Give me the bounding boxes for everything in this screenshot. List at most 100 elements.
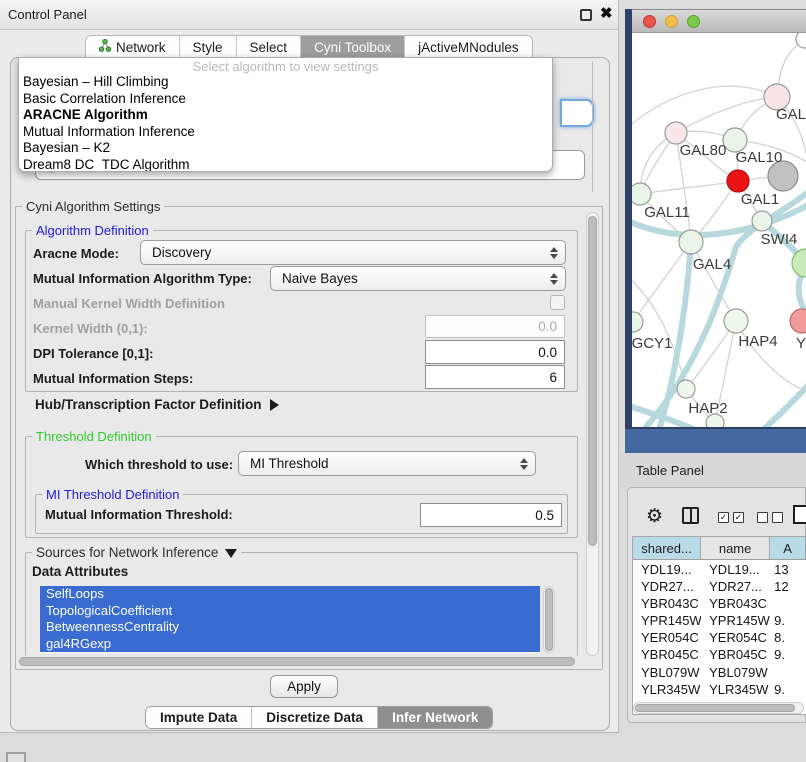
network-node[interactable] bbox=[632, 183, 651, 205]
dropdown-item[interactable]: Mutual Information Inference bbox=[19, 124, 552, 141]
table-row[interactable]: YBL079WYBL079W bbox=[633, 664, 806, 681]
checked-checkbox-icon[interactable]: ✓ bbox=[733, 512, 744, 523]
table-row[interactable]: YPR145WYPR145W9. bbox=[633, 612, 806, 629]
gear-icon[interactable]: ⚙ bbox=[646, 507, 663, 526]
tab-select[interactable]: Select bbox=[237, 36, 302, 58]
table-column-header[interactable]: A bbox=[770, 537, 806, 559]
tab-jactivemnodules[interactable]: jActiveMNodules bbox=[405, 36, 532, 58]
zoom-traffic-icon[interactable] bbox=[687, 15, 700, 28]
close-traffic-icon[interactable] bbox=[643, 15, 656, 28]
network-edge[interactable] bbox=[640, 181, 738, 194]
network-edge[interactable] bbox=[736, 321, 806, 393]
tab-network-label: Network bbox=[116, 40, 166, 55]
unchecked-checkbox-icon[interactable] bbox=[772, 512, 783, 523]
table-cell: YER054C bbox=[701, 629, 770, 646]
manual-kernel-checkbox[interactable] bbox=[550, 295, 565, 310]
unchecked-checkbox-icon[interactable] bbox=[757, 512, 768, 523]
mi-steps-field[interactable]: 6 bbox=[425, 365, 565, 389]
table-column-header[interactable]: name bbox=[701, 537, 770, 559]
table-row[interactable]: YBR043CYBR043C bbox=[633, 595, 806, 612]
settings-vertical-scrollbar-thumb[interactable] bbox=[588, 216, 597, 546]
table-cell: YPR145W bbox=[701, 612, 770, 629]
network-node[interactable] bbox=[677, 380, 695, 398]
collapsed-panel-icon[interactable] bbox=[6, 752, 26, 762]
table-row[interactable]: YBR045CYBR045C9. bbox=[633, 646, 806, 663]
table-row[interactable]: YER054CYER054C8. bbox=[633, 629, 806, 646]
network-view-canvas[interactable]: GALGAL80GAL10GAL1GAL11SWI4GAL4GCY1HAP4YH… bbox=[632, 33, 806, 427]
network-node[interactable] bbox=[679, 230, 703, 254]
aracne-mode-combo[interactable]: Discovery bbox=[140, 240, 566, 265]
mi-threshold-field[interactable]: 0.5 bbox=[420, 503, 562, 527]
document-icon[interactable] bbox=[793, 505, 806, 524]
network-node-label: GCY1 bbox=[632, 335, 672, 352]
checked-checkbox-icon[interactable]: ✓ bbox=[718, 512, 729, 523]
tab-infer-network[interactable]: Infer Network bbox=[378, 707, 492, 728]
network-node[interactable] bbox=[796, 33, 806, 48]
dropdown-item[interactable]: Basic Correlation Inference bbox=[19, 91, 552, 108]
tab-impute-data[interactable]: Impute Data bbox=[146, 707, 252, 728]
table-column-header[interactable]: shared... bbox=[633, 537, 701, 559]
network-window-titlebar[interactable] bbox=[632, 9, 806, 33]
table-cell bbox=[770, 664, 806, 681]
apply-button[interactable]: Apply bbox=[270, 675, 338, 698]
hub-definition-disclosure[interactable]: Hub/Transcription Factor Definition bbox=[35, 397, 279, 412]
dropdown-item[interactable]: ARACNE Algorithm bbox=[19, 107, 552, 124]
network-window-border bbox=[625, 9, 632, 427]
network-node[interactable] bbox=[632, 312, 643, 332]
network-node[interactable] bbox=[665, 122, 687, 144]
float-window-icon[interactable] bbox=[580, 9, 592, 21]
attribute-list-item[interactable]: BetweennessCentrality bbox=[40, 619, 540, 636]
aracne-mode-label: Aracne Mode: bbox=[33, 246, 119, 261]
attributes-list-scrollbar[interactable] bbox=[543, 586, 555, 653]
network-node[interactable] bbox=[752, 211, 772, 231]
kernel-width-field[interactable]: 0.0 bbox=[425, 315, 565, 338]
data-attributes-list[interactable]: SelfLoopsTopologicalCoefficientBetweenne… bbox=[40, 586, 540, 653]
network-node[interactable] bbox=[727, 170, 749, 192]
attribute-list-item[interactable]: SelfLoops bbox=[40, 586, 540, 603]
network-node[interactable] bbox=[790, 309, 806, 333]
combo-spinner-icon bbox=[550, 273, 558, 285]
threshold-definition-legend: Threshold Definition bbox=[32, 429, 156, 444]
dropdown-item[interactable]: Bayesian – K2 bbox=[19, 140, 552, 157]
split-columns-icon[interactable] bbox=[682, 507, 699, 524]
attribute-list-item[interactable]: TopologicalCoefficient bbox=[40, 603, 540, 620]
inference-algorithm-combo-partial[interactable] bbox=[560, 99, 594, 127]
tab-network[interactable]: Network bbox=[86, 36, 180, 58]
network-edge[interactable] bbox=[676, 97, 777, 133]
tab-cyni-toolbox[interactable]: Cyni Toolbox bbox=[301, 36, 405, 58]
table-cell: 13 bbox=[770, 561, 806, 578]
table-row[interactable]: YDR27...YDR27...12 bbox=[633, 578, 806, 595]
network-node-label: SWI4 bbox=[761, 231, 798, 248]
algorithm-definition-legend: Algorithm Definition bbox=[32, 223, 153, 238]
aracne-mode-value: Discovery bbox=[152, 245, 211, 260]
settings-vertical-scrollbar[interactable] bbox=[586, 212, 599, 656]
table-row[interactable]: YDL19...YDL19...13 bbox=[633, 561, 806, 578]
mi-type-combo[interactable]: Naive Bayes bbox=[270, 266, 566, 291]
attribute-table[interactable]: shared...nameA YDL19...YDL19...13YDR27..… bbox=[632, 536, 806, 715]
sources-legend[interactable]: Sources for Network Inference bbox=[32, 545, 241, 560]
dropdown-item[interactable]: Bayesian – Hill Climbing bbox=[19, 74, 552, 91]
algorithm-dropdown-list: Bayesian – Hill ClimbingBasic Correlatio… bbox=[19, 74, 552, 172]
dpi-tolerance-field[interactable]: 0.0 bbox=[425, 340, 565, 364]
table-horizontal-scrollbar-thumb[interactable] bbox=[635, 704, 795, 712]
minimize-traffic-icon[interactable] bbox=[665, 15, 678, 28]
which-threshold-combo[interactable]: MI Threshold bbox=[238, 451, 536, 476]
dropdown-item[interactable]: Dream8 DC_TDC Algorithm bbox=[19, 157, 552, 173]
settings-horizontal-scrollbar-thumb[interactable] bbox=[19, 657, 575, 666]
table-cell: YBR043C bbox=[633, 595, 701, 612]
table-horizontal-scrollbar[interactable] bbox=[633, 702, 804, 714]
tab-discretize-data[interactable]: Discretize Data bbox=[252, 707, 378, 728]
attributes-list-scrollbar-thumb[interactable] bbox=[545, 588, 553, 651]
network-edge[interactable] bbox=[632, 86, 777, 128]
mi-threshold-label: Mutual Information Threshold: bbox=[45, 507, 233, 522]
attribute-list-item[interactable]: gal4RGexp bbox=[40, 636, 540, 653]
table-header-row: shared...nameA bbox=[633, 537, 806, 560]
settings-horizontal-scrollbar[interactable] bbox=[18, 656, 584, 668]
network-node[interactable] bbox=[724, 309, 748, 333]
tab-style[interactable]: Style bbox=[180, 36, 237, 58]
table-row[interactable]: YLR345WYLR345W9. bbox=[633, 681, 806, 698]
table-cell: YER054C bbox=[633, 629, 701, 646]
table-cell: YBR045C bbox=[701, 646, 770, 663]
table-cell bbox=[770, 595, 806, 612]
close-icon[interactable]: ✖ bbox=[600, 7, 613, 20]
